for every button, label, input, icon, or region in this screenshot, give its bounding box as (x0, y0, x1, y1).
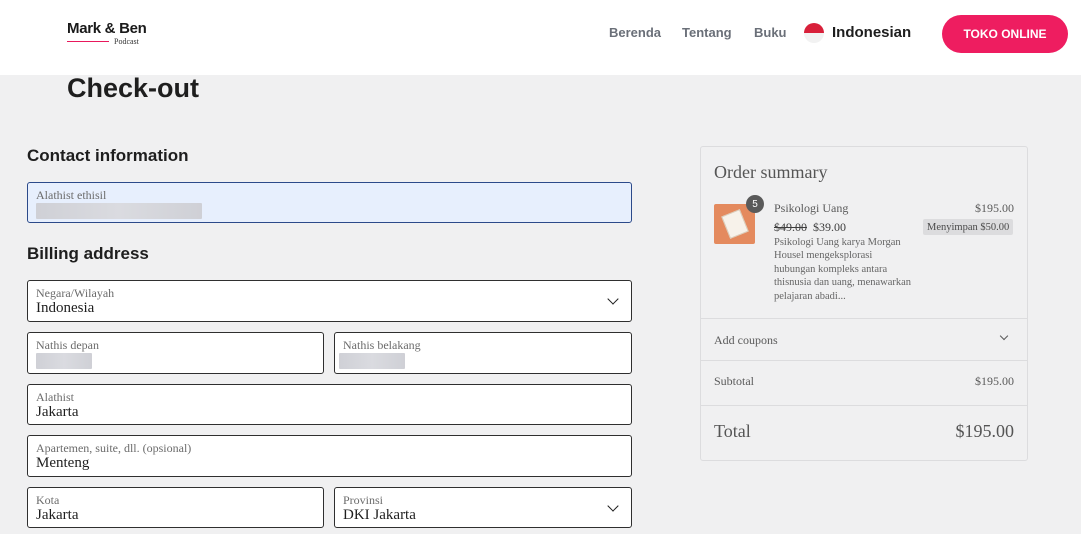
last-name-field[interactable]: Nathis belakang (334, 332, 632, 374)
first-name-label: Nathis depan (36, 338, 99, 352)
toko-online-button[interactable]: TOKO ONLINE (942, 15, 1068, 53)
divider (701, 360, 1027, 361)
logo-title: Mark & Ben (67, 20, 147, 37)
address-label: Alathist (36, 390, 74, 404)
nav-item-berenda[interactable]: Berenda (609, 25, 661, 40)
product-name: Psikologi Uang (774, 201, 849, 215)
billing-section-title: Billing address (27, 244, 149, 263)
product-description: Psikologi Uang karya Morgan Housel menge… (774, 237, 912, 302)
first-name-field[interactable]: Nathis depan (27, 332, 324, 374)
total-value: $195.00 (955, 421, 1015, 441)
logo-subtitle: Podcast (114, 37, 139, 46)
apartment-label: Apartemen, suite, dll. (opsional) (36, 441, 192, 455)
redacted-first-name-value (36, 353, 92, 369)
last-name-label: Nathis belakang (343, 338, 421, 352)
nav-item-tentang[interactable]: Tentang (682, 25, 732, 40)
city-label: Kota (36, 493, 60, 507)
contact-section-title: Contact information (27, 146, 189, 165)
chevron-down-icon (999, 331, 1009, 341)
order-summary: Order summary 5 Psikologi Uang $195.00 $… (700, 146, 1028, 461)
email-field-label: Alathist ethisil (36, 188, 107, 202)
book-cover-icon (721, 209, 749, 239)
subtotal-value: $195.00 (975, 374, 1014, 388)
logo[interactable]: Mark & Ben Podcast (67, 20, 147, 50)
add-coupons-toggle[interactable]: Add coupons (701, 319, 1027, 361)
logo-underline (67, 41, 109, 42)
language-selector[interactable]: Indonesian (832, 24, 911, 41)
order-summary-title: Order summary (714, 162, 828, 182)
country-value: Indonesia (36, 300, 95, 316)
add-coupons-label: Add coupons (714, 333, 778, 347)
country-select[interactable]: Negara/Wilayah Indonesia (27, 280, 632, 322)
indonesia-flag-icon (804, 23, 824, 43)
address-field[interactable]: Alathist Jakarta (27, 384, 632, 425)
country-label: Negara/Wilayah (36, 286, 115, 300)
page-title: Check-out (67, 73, 200, 103)
nav-item-buku[interactable]: Buku (754, 25, 787, 40)
divider (701, 405, 1027, 406)
product-line-total: $195.00 (975, 201, 1014, 215)
apartment-value: Menteng (36, 455, 90, 471)
product-old-price: $49.00 (774, 220, 807, 234)
province-select[interactable]: Provinsi DKI Jakarta (334, 487, 632, 528)
city-field[interactable]: Kota Jakarta (27, 487, 324, 528)
quantity-badge: 5 (746, 195, 764, 213)
product-price: $39.00 (813, 220, 846, 234)
province-label: Provinsi (343, 493, 384, 507)
subtotal-label: Subtotal (714, 374, 755, 388)
email-field[interactable]: Alathist ethisil (27, 182, 632, 223)
province-value: DKI Jakarta (343, 507, 416, 523)
apartment-field[interactable]: Apartemen, suite, dll. (opsional) Menten… (27, 435, 632, 477)
chevron-down-icon (607, 293, 619, 305)
redacted-email-value (36, 203, 202, 219)
savings-badge: Menyimpan $50.00 (923, 219, 1014, 235)
address-value: Jakarta (36, 404, 79, 420)
site-header: Mark & Ben Podcast Berenda Tentang Buku … (0, 0, 1081, 75)
redacted-last-name-value (339, 353, 405, 369)
total-label: Total (714, 421, 751, 441)
city-value: Jakarta (36, 507, 79, 523)
chevron-down-icon (607, 500, 619, 512)
